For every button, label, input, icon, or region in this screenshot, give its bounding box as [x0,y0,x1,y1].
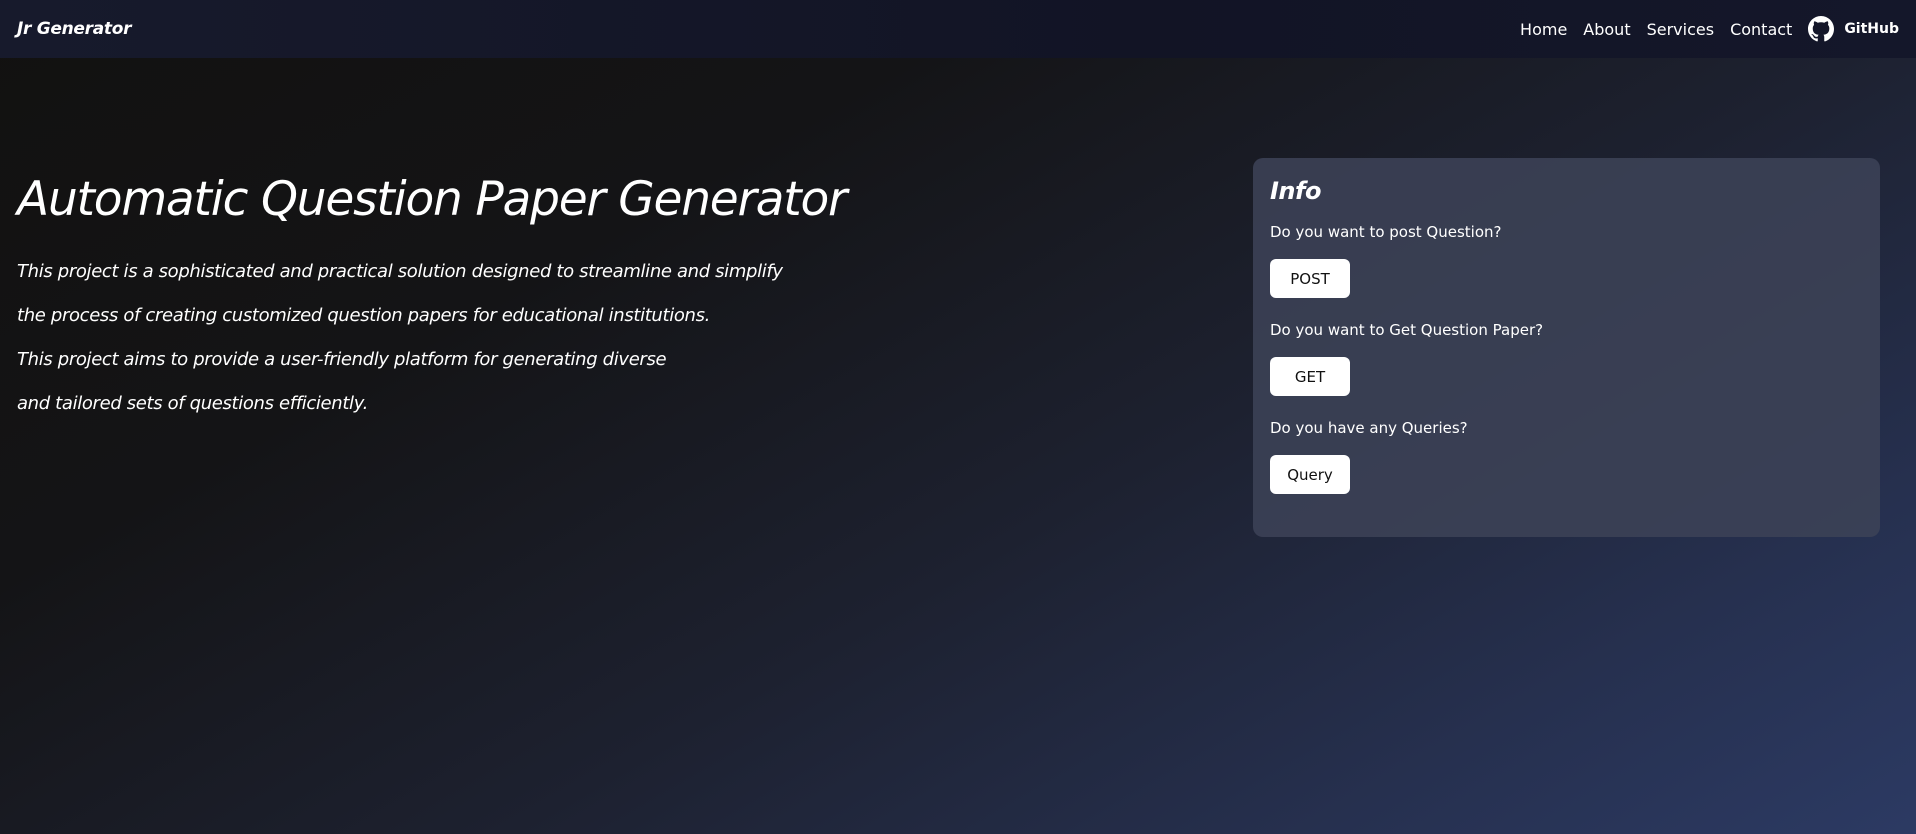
nav-link-home[interactable]: Home [1520,20,1567,39]
info-card: Info Do you want to post Question? POST … [1253,158,1880,537]
get-question-text: Do you want to Get Question Paper? [1270,321,1544,339]
post-question-text: Do you want to post Question? [1270,223,1502,241]
nav-link-services[interactable]: Services [1647,20,1714,39]
nav-links: Home About Services Contact GitHub [1520,16,1899,42]
hero-line: This project is a sophisticated and prac… [17,261,783,282]
get-button[interactable]: GET [1270,357,1350,396]
hero-title: Automatic Question Paper Generator [17,172,847,227]
hero-line: This project aims to provide a user-frie… [17,349,667,370]
github-label: GitHub [1844,21,1899,37]
navbar: Jr Generator Home About Services Contact… [0,0,1916,58]
hero-line: the process of creating customized quest… [17,305,710,326]
nav-link-about[interactable]: About [1583,20,1630,39]
github-icon [1808,16,1835,42]
brand-link[interactable]: Jr Generator [17,19,132,39]
nav-link-contact[interactable]: Contact [1730,20,1792,39]
info-title: Info [1270,177,1321,205]
hero-line: and tailored sets of questions efficient… [17,393,368,414]
post-button[interactable]: POST [1270,259,1350,298]
query-question-text: Do you have any Queries? [1270,419,1468,437]
github-link[interactable]: GitHub [1808,16,1899,42]
hero-section: Automatic Question Paper Generator This … [17,170,917,426]
query-button[interactable]: Query [1270,455,1350,494]
hero-description: This project is a sophisticated and prac… [17,250,917,426]
